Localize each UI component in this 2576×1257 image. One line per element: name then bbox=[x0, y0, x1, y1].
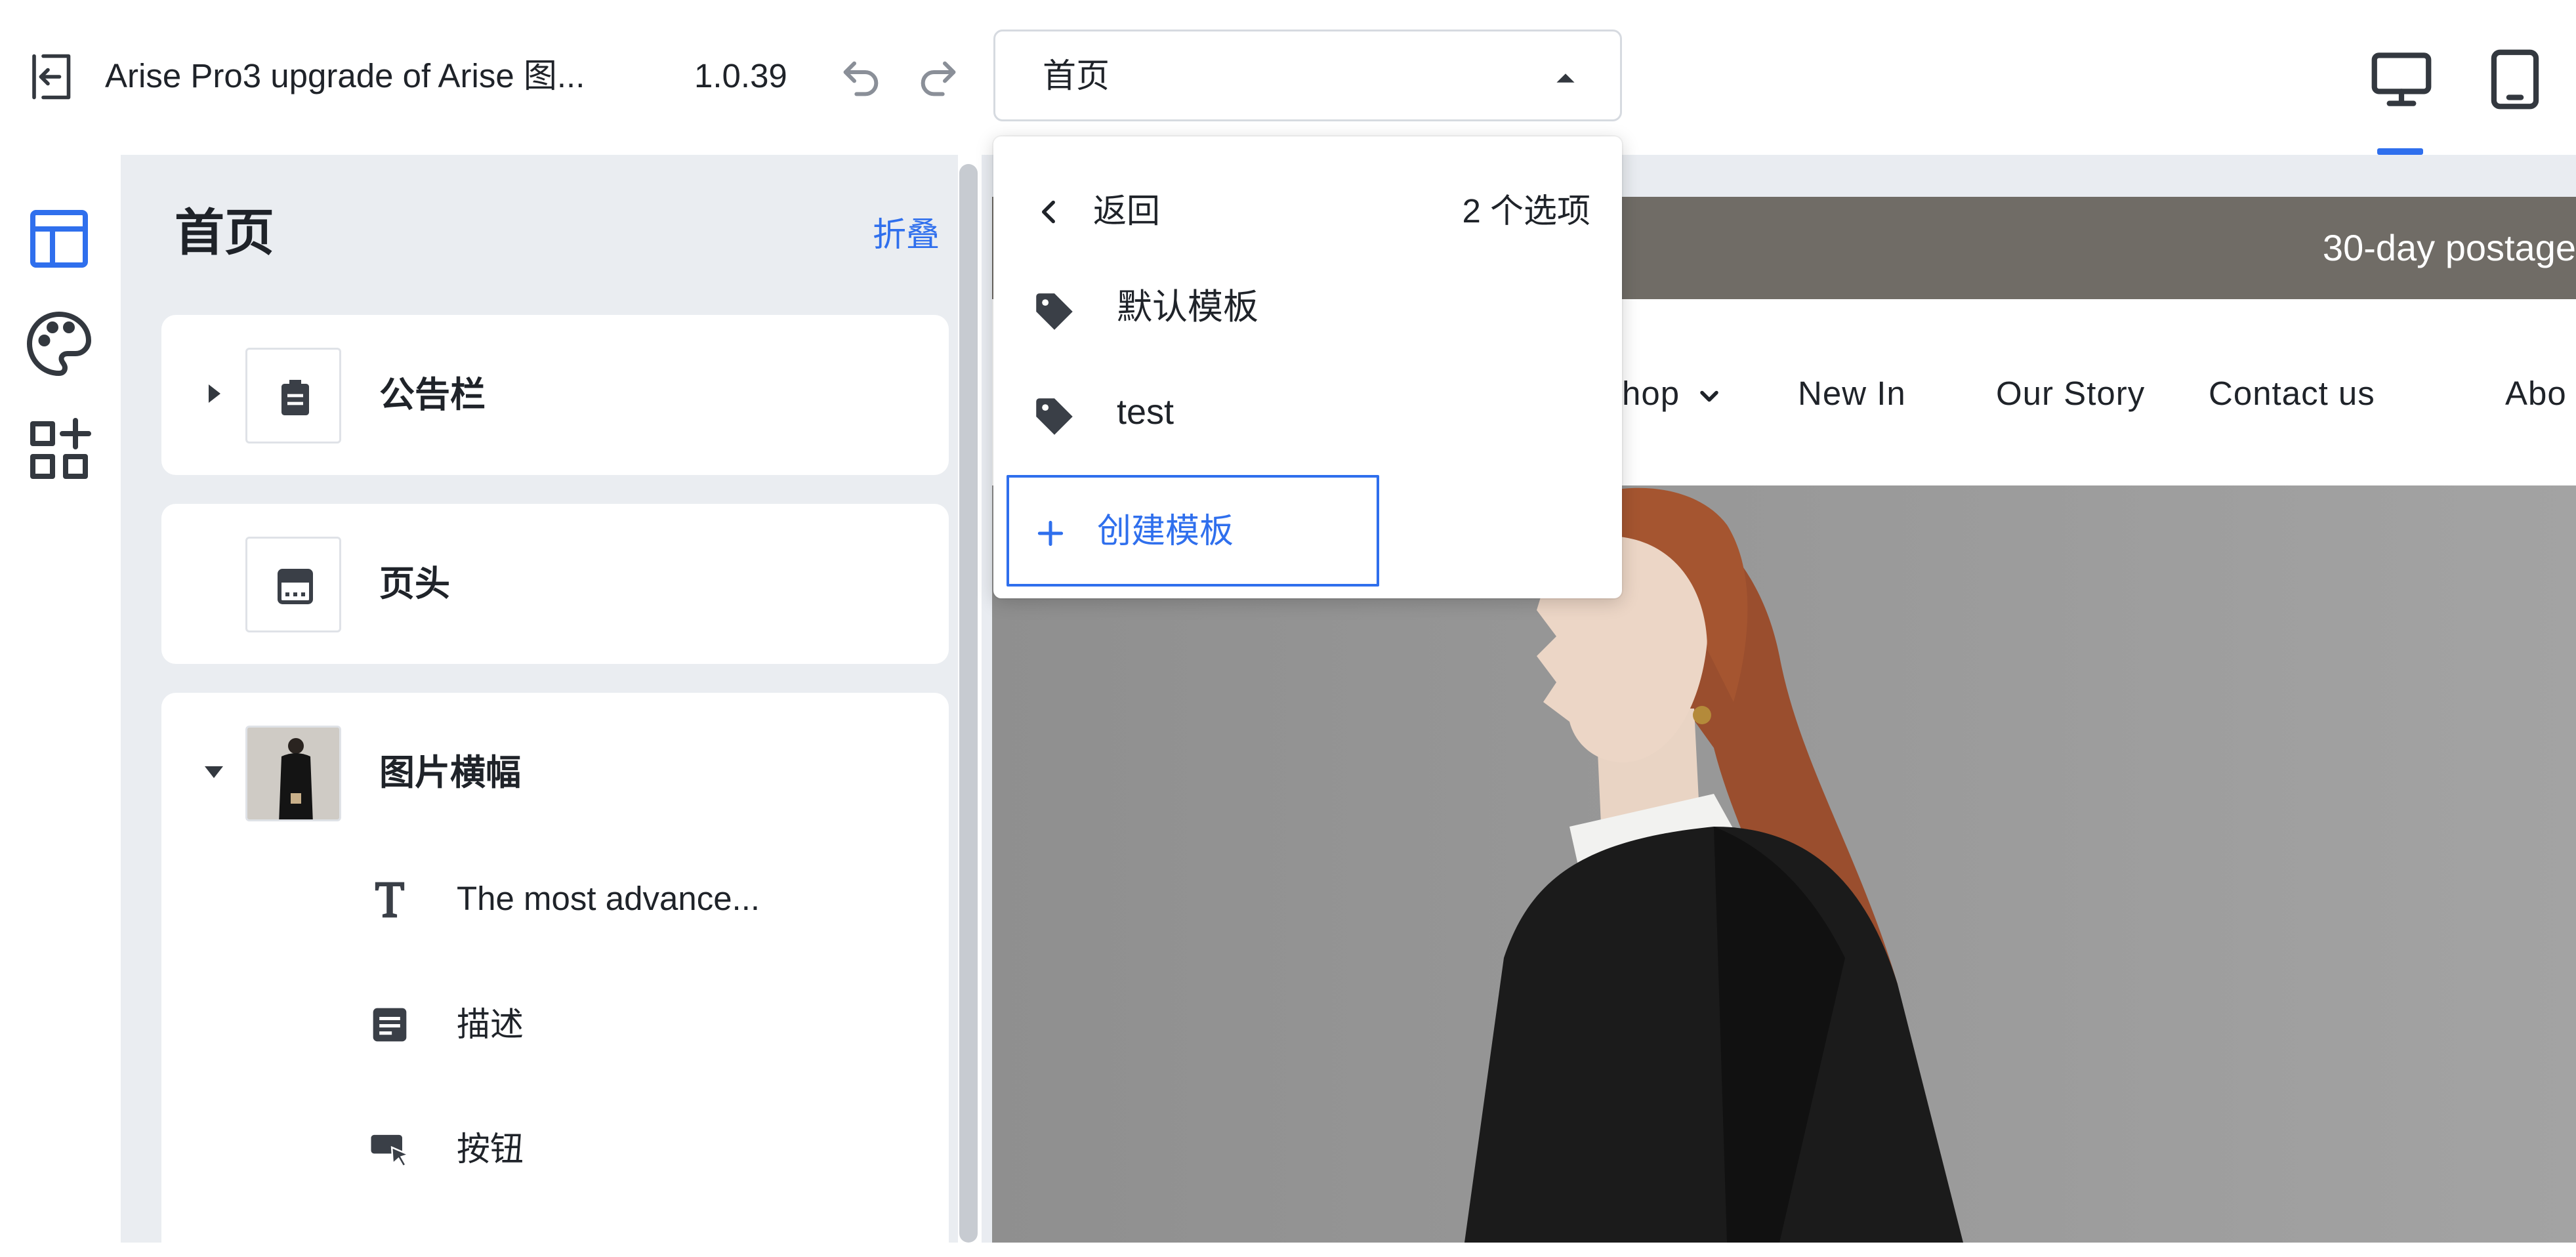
section-card-announcement: 公告栏 bbox=[161, 315, 949, 475]
block-row-heading[interactable]: The most advance... bbox=[161, 838, 949, 957]
block-row-button[interactable]: 按钮 bbox=[161, 1089, 949, 1207]
top-bar: Arise Pro3 upgrade of Arise 图... 1.0.39 … bbox=[0, 0, 2576, 155]
tag-icon bbox=[1036, 398, 1073, 435]
create-template-button[interactable]: 创建模板 bbox=[1007, 475, 1379, 587]
panel-title: 首页 bbox=[175, 205, 274, 261]
image-banner bbox=[992, 485, 2576, 1243]
nav-item-new-in[interactable]: New In bbox=[1798, 373, 1906, 415]
block-row-description[interactable]: 描述 bbox=[161, 964, 949, 1082]
undo-button[interactable] bbox=[835, 52, 887, 105]
palette-icon bbox=[27, 312, 91, 376]
template-option-label: test bbox=[1117, 392, 1174, 432]
button-click-icon bbox=[371, 1134, 411, 1168]
app-title: Arise Pro3 upgrade of Arise 图... bbox=[105, 57, 585, 94]
nav-item-shop[interactable]: hop bbox=[1622, 373, 1724, 415]
template-option-label: 默认模板 bbox=[1117, 287, 1258, 327]
plus-icon bbox=[1037, 520, 1064, 546]
sections-panel: 首页 折叠 公告栏 页头 图片横幅 The most advance... 描述… bbox=[121, 155, 958, 1257]
block-label: The most advance... bbox=[457, 880, 760, 917]
chevron-left-icon bbox=[1041, 200, 1055, 224]
desktop-view-button[interactable] bbox=[2365, 43, 2438, 115]
template-option-default[interactable]: 默认模板 bbox=[1030, 265, 1594, 350]
image-thumbnail bbox=[247, 728, 339, 819]
section-row-image-banner[interactable]: 图片横幅 bbox=[161, 693, 949, 853]
panel-scrollbar-thumb[interactable] bbox=[959, 164, 978, 1243]
banner-photo bbox=[992, 485, 2576, 1243]
dropdown-back-button[interactable]: 返回 bbox=[1033, 176, 1295, 248]
section-card-image-banner: 图片横幅 The most advance... 描述 按钮 bbox=[161, 693, 949, 1257]
options-count: 2 个选项 bbox=[1462, 192, 1590, 230]
template-option-test[interactable]: test bbox=[1030, 370, 1594, 455]
nav-item-about[interactable]: Abo bbox=[2505, 373, 2567, 415]
template-dropdown-menu: 返回 2 个选项 默认模板 test 创建模板 bbox=[993, 136, 1622, 598]
theme-tab-button[interactable] bbox=[20, 304, 98, 383]
section-thumb bbox=[245, 348, 341, 443]
collapse-all-link[interactable]: 折叠 bbox=[873, 214, 940, 256]
back-label: 返回 bbox=[1093, 192, 1161, 230]
section-card-header: 页头 bbox=[161, 504, 949, 664]
announcement-text: 30-day postage bbox=[2322, 227, 2576, 268]
block-label: 描述 bbox=[457, 1006, 524, 1043]
nav-label: hop bbox=[1622, 375, 1680, 412]
text-icon bbox=[375, 882, 405, 918]
section-row-announcement[interactable]: 公告栏 bbox=[161, 315, 949, 475]
section-thumb bbox=[245, 537, 341, 632]
block-label: 按钮 bbox=[457, 1130, 524, 1168]
nav-item-our-story[interactable]: Our Story bbox=[1996, 373, 2145, 415]
active-device-indicator bbox=[2377, 148, 2423, 155]
tablet-view-button[interactable] bbox=[2479, 43, 2551, 115]
undo-icon bbox=[843, 61, 879, 96]
nav-item-contact-us[interactable]: Contact us bbox=[2209, 373, 2375, 415]
chevron-down-icon bbox=[1700, 390, 1719, 402]
create-template-label: 创建模板 bbox=[1097, 512, 1234, 550]
apps-tab-button[interactable] bbox=[20, 411, 98, 489]
section-label: 图片横幅 bbox=[379, 753, 521, 793]
left-rail bbox=[0, 155, 121, 1243]
app-version: 1.0.39 bbox=[694, 57, 787, 94]
page-select-value: 首页 bbox=[1043, 57, 1110, 94]
exit-editor-button[interactable] bbox=[25, 49, 80, 104]
caret-right-icon bbox=[209, 384, 220, 403]
paragraph-icon bbox=[373, 1008, 407, 1042]
section-label: 页头 bbox=[379, 564, 450, 604]
section-label: 公告栏 bbox=[379, 375, 486, 415]
caret-down-icon bbox=[205, 766, 223, 778]
header-layout-icon bbox=[278, 569, 313, 604]
section-row-header[interactable]: 页头 bbox=[161, 504, 949, 664]
desktop-icon bbox=[2371, 52, 2432, 106]
clipboard-icon bbox=[281, 380, 309, 415]
redo-button[interactable] bbox=[912, 52, 965, 105]
tag-icon bbox=[1036, 293, 1073, 330]
redo-icon bbox=[921, 61, 956, 96]
exit-icon bbox=[32, 54, 71, 100]
image-banner-thumbnail bbox=[245, 726, 341, 821]
page-template-select[interactable]: 首页 bbox=[993, 30, 1622, 121]
caret-up-icon bbox=[1556, 73, 1575, 83]
layout-icon bbox=[30, 210, 88, 268]
apps-icon bbox=[30, 418, 91, 479]
sections-tab-button[interactable] bbox=[20, 199, 98, 278]
tablet-icon bbox=[2491, 49, 2539, 110]
